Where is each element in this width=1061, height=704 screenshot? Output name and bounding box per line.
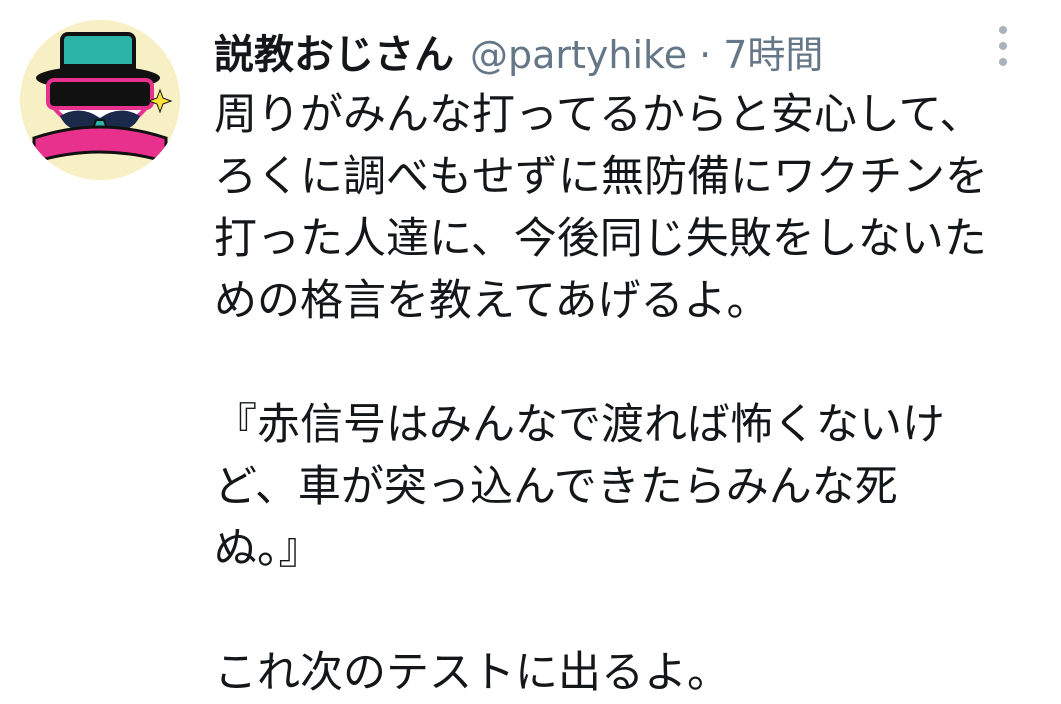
display-name[interactable]: 説教おじさん bbox=[214, 22, 454, 80]
timestamp[interactable]: 7時間 bbox=[723, 24, 823, 79]
tweet-line: 周りがみんな打ってるからと安心して、 bbox=[214, 90, 983, 140]
tweet: 説教おじさん @partyhike · 7時間 周りがみんな打ってるからと安心し… bbox=[0, 0, 1061, 698]
user-handle[interactable]: @partyhike bbox=[470, 33, 687, 77]
tweet-text: 周りがみんな打ってるからと安心して、 ろくに調べもせずに無防備にワクチンを 打っ… bbox=[214, 84, 1044, 704]
separator-dot: · bbox=[699, 33, 712, 77]
tweet-line: ろくに調べもせずに無防備にワクチンを bbox=[214, 152, 988, 202]
tweet-line: めの格言を教えてあげるよ。 bbox=[214, 276, 770, 326]
more-options-button[interactable] bbox=[986, 22, 1020, 72]
ojisan-avatar-icon bbox=[20, 20, 180, 180]
tweet-line: 『赤信号はみんなで渡れば怖くないけ bbox=[214, 400, 945, 450]
more-vertical-icon bbox=[999, 26, 1007, 66]
tweet-line: ど、車が突っ込んできたらみんな死 bbox=[214, 462, 898, 512]
tweet-line: ぬ。』 bbox=[214, 524, 322, 574]
tweet-line: 打った人達に、今後同じ失敗をしないた bbox=[214, 214, 987, 264]
tweet-line: これ次のテストに出るよ。 bbox=[214, 648, 730, 698]
tweet-header: 説教おじさん @partyhike · 7時間 bbox=[214, 22, 823, 78]
avatar[interactable] bbox=[20, 20, 180, 180]
